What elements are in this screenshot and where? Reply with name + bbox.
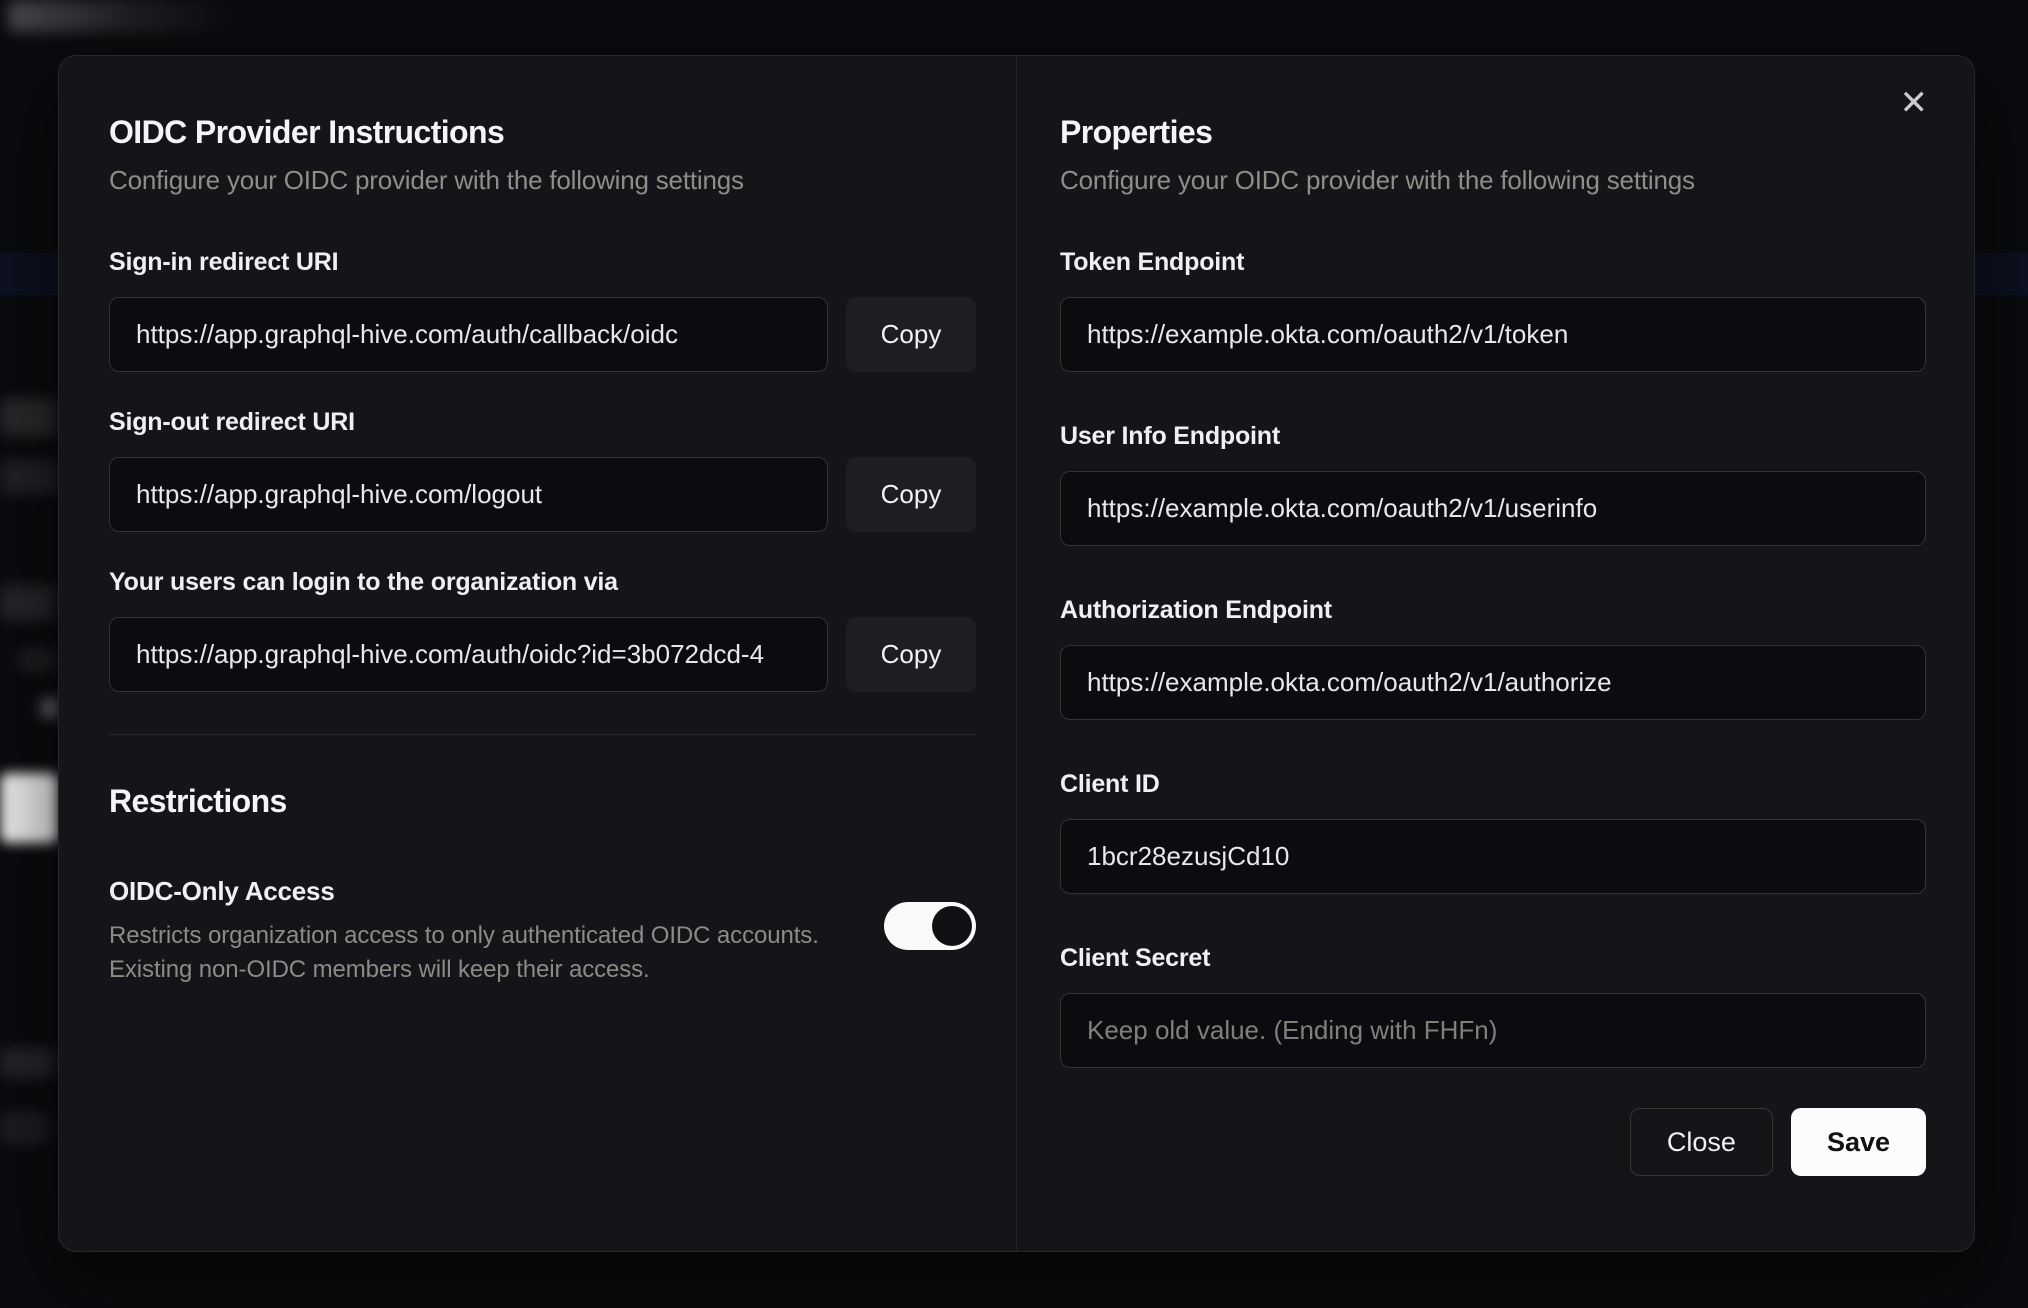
oidc-only-access-toggle[interactable] bbox=[884, 902, 976, 950]
login-url-input[interactable] bbox=[109, 617, 828, 692]
user-info-endpoint-label: User Info Endpoint bbox=[1060, 422, 1280, 450]
token-endpoint-row bbox=[1060, 297, 1926, 372]
copy-login-url-button[interactable]: Copy bbox=[846, 617, 976, 692]
client-secret-label: Client Secret bbox=[1060, 944, 1211, 972]
authorization-endpoint-row bbox=[1060, 645, 1926, 720]
login-url-row: Copy bbox=[109, 617, 976, 692]
close-button[interactable]: Close bbox=[1629, 1108, 1773, 1176]
sign-out-redirect-row: Copy bbox=[109, 457, 976, 532]
token-endpoint-label: Token Endpoint bbox=[1060, 248, 1245, 276]
background-blur-button bbox=[0, 773, 58, 843]
close-icon[interactable]: ✕ bbox=[1900, 86, 1929, 120]
copy-sign-out-button[interactable]: Copy bbox=[846, 457, 976, 532]
dialog-actions: Close Save bbox=[1060, 1108, 1926, 1176]
token-endpoint-input[interactable] bbox=[1060, 297, 1926, 372]
background-blur-row bbox=[0, 1112, 50, 1144]
oidc-only-access-text: OIDC-Only Access Restricts organization … bbox=[109, 876, 884, 987]
background-blur-row bbox=[0, 460, 58, 494]
instructions-title: OIDC Provider Instructions bbox=[109, 114, 505, 150]
client-secret-row bbox=[1060, 993, 1926, 1068]
user-info-endpoint-row bbox=[1060, 471, 1926, 546]
background-logo-blur bbox=[8, 0, 240, 32]
sign-in-redirect-label: Sign-in redirect URI bbox=[109, 248, 339, 276]
oidc-only-access-description: Restricts organization access to only au… bbox=[109, 922, 819, 983]
sign-in-redirect-input[interactable] bbox=[109, 297, 828, 372]
client-id-input[interactable] bbox=[1060, 819, 1926, 894]
toggle-thumb-icon bbox=[932, 906, 972, 946]
client-secret-input[interactable] bbox=[1060, 993, 1926, 1068]
client-id-label: Client ID bbox=[1060, 770, 1160, 798]
background-blur-row bbox=[18, 648, 56, 672]
page-background: OIDC Provider Instructions Configure you… bbox=[0, 0, 2028, 1308]
background-blur-row bbox=[0, 1048, 55, 1078]
instructions-column: OIDC Provider Instructions Configure you… bbox=[59, 56, 1017, 1251]
oidc-only-access-label: OIDC-Only Access bbox=[109, 876, 335, 906]
properties-column: ✕ Properties Configure your OIDC provide… bbox=[1017, 56, 1974, 1251]
client-id-row bbox=[1060, 819, 1926, 894]
properties-title: Properties bbox=[1060, 114, 1213, 150]
oidc-settings-dialog: OIDC Provider Instructions Configure you… bbox=[58, 55, 1975, 1252]
sign-out-redirect-input[interactable] bbox=[109, 457, 828, 532]
properties-subtitle: Configure your OIDC provider with the fo… bbox=[1060, 165, 1695, 195]
section-divider bbox=[109, 734, 976, 735]
user-info-endpoint-input[interactable] bbox=[1060, 471, 1926, 546]
sign-out-redirect-label: Sign-out redirect URI bbox=[109, 408, 355, 436]
sign-in-redirect-row: Copy bbox=[109, 297, 976, 372]
background-blur-row bbox=[0, 398, 58, 436]
restrictions-title: Restrictions bbox=[109, 783, 287, 819]
authorization-endpoint-input[interactable] bbox=[1060, 645, 1926, 720]
instructions-subtitle: Configure your OIDC provider with the fo… bbox=[109, 165, 744, 195]
oidc-only-access-row: OIDC-Only Access Restricts organization … bbox=[109, 876, 976, 987]
copy-sign-in-button[interactable]: Copy bbox=[846, 297, 976, 372]
authorization-endpoint-label: Authorization Endpoint bbox=[1060, 596, 1332, 624]
save-button[interactable]: Save bbox=[1790, 1108, 1926, 1176]
background-blur-dot bbox=[41, 697, 59, 719]
background-blur-row bbox=[0, 585, 55, 621]
login-url-label: Your users can login to the organization… bbox=[109, 568, 618, 596]
